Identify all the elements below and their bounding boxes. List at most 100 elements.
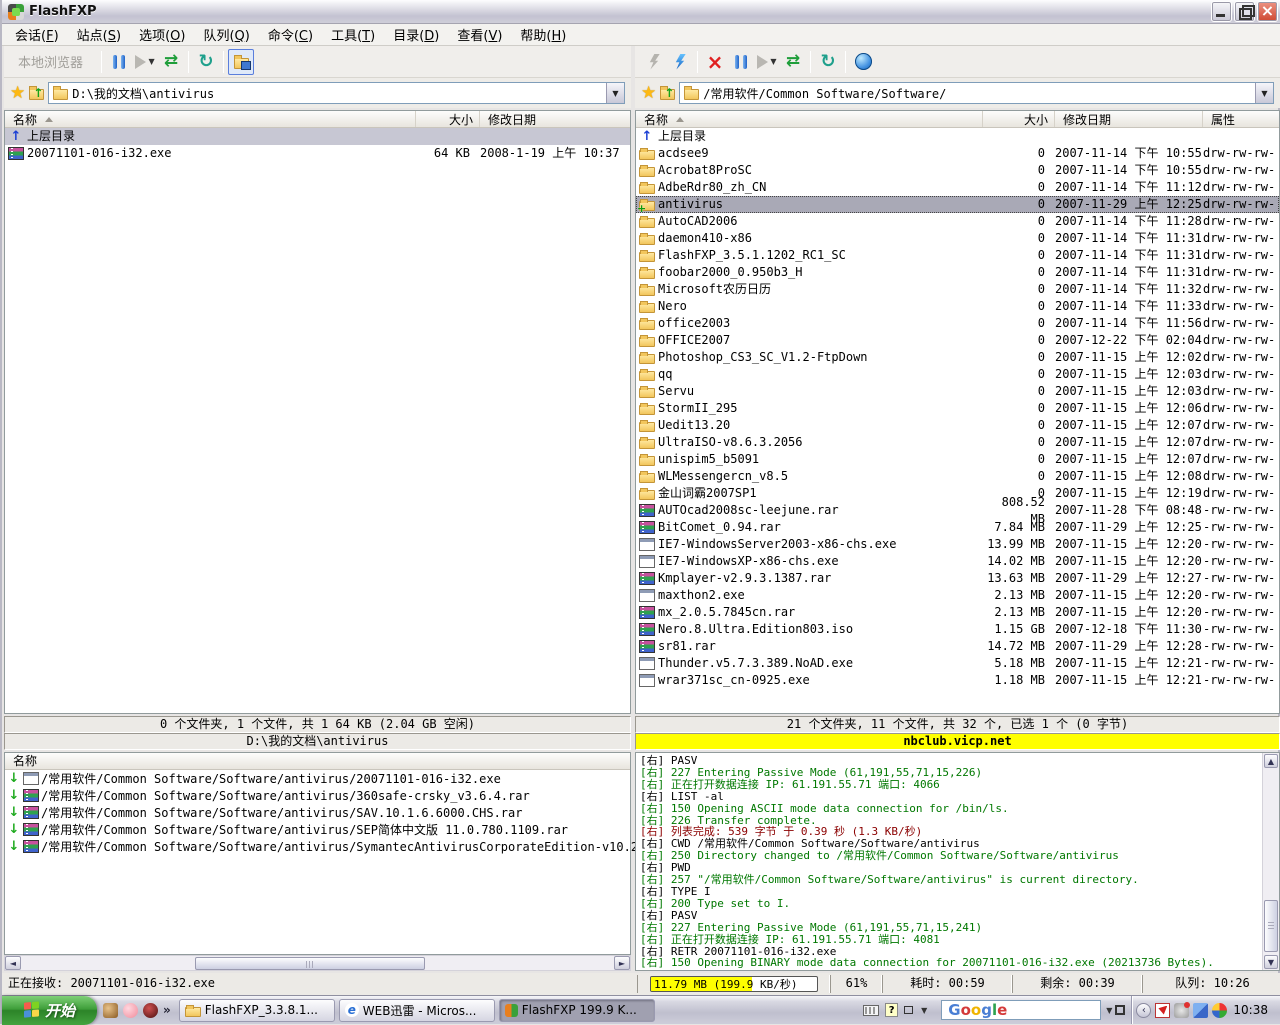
up-directory-icon[interactable]: ↑ [29, 89, 44, 100]
close-button[interactable] [1257, 1, 1278, 22]
file-row[interactable]: office2003 0 2007-11-14 下午 11:56 drw-rw-… [636, 315, 1279, 332]
restore-mini-icon[interactable] [904, 1006, 913, 1014]
file-row[interactable]: Microsoft农历日历 0 2007-11-14 下午 11:32 drw-… [636, 281, 1279, 298]
local-browser-toggle[interactable] [228, 49, 254, 75]
restore-button[interactable] [1234, 1, 1255, 22]
file-row[interactable]: StormII_295 0 2007-11-15 上午 12:06 drw-rw… [636, 400, 1279, 417]
file-row[interactable]: 20071101-016-i32.exe 64 KB 2008-1-19 上午 … [5, 145, 630, 162]
start-queue-button[interactable]: ▼ [132, 49, 158, 75]
favorites-icon[interactable]: ★ [641, 85, 656, 102]
column-size[interactable]: 大小 [983, 111, 1055, 127]
queue-item[interactable]: ↓ /常用软件/Common Software/Software/antivir… [5, 770, 630, 787]
google-button-icon[interactable] [1115, 1005, 1125, 1015]
scroll-down-button[interactable]: ▼ [1264, 955, 1278, 969]
file-row[interactable]: Nero.8.Ultra.Edition803.iso 1.15 GB 2007… [636, 621, 1279, 638]
queue-item[interactable]: ↓ /常用软件/Common Software/Software/antivir… [5, 838, 630, 855]
queue-item[interactable]: ↓ /常用软件/Common Software/Software/antivir… [5, 787, 630, 804]
combo-dropdown-button[interactable]: ▼ [606, 83, 624, 103]
file-row[interactable]: Uedit13.20 0 2007-11-15 上午 12:07 drw-rw-… [636, 417, 1279, 434]
menu-item[interactable]: 工具(T) [322, 23, 384, 46]
quick-launch-icon-1[interactable] [103, 1003, 118, 1018]
taskbar-task-button[interactable]: e WEB迅雷 - Micros... [339, 999, 495, 1022]
tray-swirl-icon[interactable] [1212, 1003, 1227, 1018]
column-name[interactable]: 名称 [5, 111, 416, 127]
google-search-input[interactable]: Google [941, 1000, 1101, 1020]
transfer-button-remote[interactable]: ⇄ [780, 49, 806, 75]
start-button[interactable]: 开始 [2, 996, 97, 1025]
scroll-up-button[interactable]: ▲ [1264, 754, 1278, 768]
start-queue-button-remote[interactable]: ▼ [754, 49, 780, 75]
file-row[interactable]: antivirus 0 2007-11-29 上午 12:25 drw-rw-r… [636, 196, 1279, 213]
tray-messenger-icon[interactable] [1193, 1003, 1208, 1018]
file-row[interactable]: unispim5_b5091 0 2007-11-15 上午 12:07 drw… [636, 451, 1279, 468]
file-row[interactable]: foobar2000_0.950b3_H 0 2007-11-14 下午 11:… [636, 264, 1279, 281]
menu-item[interactable]: 选项(O) [130, 23, 194, 46]
chevron-more-icon[interactable]: » [163, 1003, 171, 1017]
file-row[interactable]: acdsee9 0 2007-11-14 下午 10:55 drw-rw-rw- [636, 145, 1279, 162]
file-row[interactable]: sr81.rar 14.72 MB 2007-11-29 上午 12:28 -r… [636, 638, 1279, 655]
chevron-down-icon[interactable]: ▼ [1106, 1006, 1112, 1015]
queue-item[interactable]: ↓ /常用软件/Common Software/Software/antivir… [5, 804, 630, 821]
file-row[interactable]: maxthon2.exe 2.13 MB 2007-11-15 上午 12:20… [636, 587, 1279, 604]
scroll-thumb[interactable] [1264, 900, 1278, 952]
column-attr[interactable]: 属性 [1203, 111, 1279, 127]
taskbar-task-button[interactable]: FlashFXP_3.3.8.1... [179, 999, 335, 1022]
menu-item[interactable]: 帮助(H) [511, 23, 575, 46]
file-row[interactable]: qq 0 2007-11-15 上午 12:03 drw-rw-rw- [636, 366, 1279, 383]
queue-item[interactable]: ↓ /常用软件/Common Software/Software/antivir… [5, 821, 630, 838]
file-row[interactable]: AdbeRdr80_zh_CN 0 2007-11-14 下午 11:12 dr… [636, 179, 1279, 196]
file-row[interactable]: IE7-WindowsXP-x86-chs.exe 14.02 MB 2007-… [636, 553, 1279, 570]
column-name[interactable]: 名称 [636, 111, 983, 127]
site-manager-button[interactable] [850, 49, 876, 75]
file-row[interactable]: AUTOcad2008sc-leejune.rar 808.52 MB 2007… [636, 502, 1279, 519]
file-row[interactable]: FlashFXP_3.5.1.1202_RC1_SC 0 2007-11-14 … [636, 247, 1279, 264]
pause-queue-button-remote[interactable] [728, 49, 754, 75]
transfer-button[interactable]: ⇄ [158, 49, 184, 75]
up-directory-icon[interactable]: ↑ [660, 89, 675, 100]
file-row[interactable]: 上层目录 [5, 128, 630, 145]
menu-item[interactable]: 目录(D) [384, 23, 448, 46]
file-row[interactable]: WLMessengercn_v8.5 0 2007-11-15 上午 12:08… [636, 468, 1279, 485]
combo-dropdown-button[interactable]: ▼ [1255, 83, 1273, 103]
minimize-button[interactable] [1211, 1, 1232, 22]
tray-collapse-icon[interactable]: ‹ [1136, 1003, 1151, 1018]
favorites-icon[interactable]: ★ [10, 85, 25, 102]
remote-path-combo[interactable]: /常用软件/Common Software/Software/ ▼ [679, 82, 1274, 104]
file-row[interactable]: Servu 0 2007-11-15 上午 12:03 drw-rw-rw- [636, 383, 1279, 400]
abort-button[interactable]: × [702, 49, 728, 75]
file-row[interactable]: OFFICE2007 0 2007-12-22 下午 02:04 drw-rw-… [636, 332, 1279, 349]
refresh-button[interactable]: ↻ [193, 49, 219, 75]
column-date[interactable]: 修改日期 [1055, 111, 1203, 127]
taskbar-task-button[interactable]: FlashFXP 199.9 K... [499, 999, 655, 1022]
scroll-thumb[interactable] [195, 957, 425, 970]
tray-thunder-icon[interactable] [1155, 1003, 1170, 1018]
pause-queue-button[interactable] [106, 49, 132, 75]
menu-item[interactable]: 查看(V) [448, 23, 511, 46]
file-row[interactable]: IE7-WindowsServer2003-x86-chs.exe 13.99 … [636, 536, 1279, 553]
keyboard-icon[interactable] [863, 1005, 879, 1016]
file-row[interactable]: Thunder.v5.7.3.389.NoAD.exe 5.18 MB 2007… [636, 655, 1279, 672]
file-row[interactable]: mx_2.0.5.7845cn.rar 2.13 MB 2007-11-15 上… [636, 604, 1279, 621]
tray-status-icon[interactable] [1174, 1003, 1189, 1018]
queue-column-name[interactable]: 名称 [5, 753, 630, 770]
file-row[interactable]: UltraISO-v8.6.3.2056 0 2007-11-15 上午 12:… [636, 434, 1279, 451]
file-row[interactable]: AutoCAD2006 0 2007-11-14 下午 11:28 drw-rw… [636, 213, 1279, 230]
file-row[interactable]: 上层目录 [636, 128, 1279, 145]
file-row[interactable]: daemon410-x86 0 2007-11-14 下午 11:31 drw-… [636, 230, 1279, 247]
file-row[interactable]: BitComet_0.94.rar 7.84 MB 2007-11-29 上午 … [636, 519, 1279, 536]
quick-launch-icon-3[interactable] [143, 1003, 158, 1018]
scroll-left-button[interactable]: ◄ [5, 956, 21, 970]
quick-launch-icon-2[interactable] [123, 1003, 138, 1018]
disconnect-button[interactable] [667, 49, 693, 75]
file-row[interactable]: wrar371sc_cn-0925.exe 1.18 MB 2007-11-15… [636, 672, 1279, 689]
menu-item[interactable]: 站点(S) [68, 23, 130, 46]
scroll-right-button[interactable]: ► [614, 956, 630, 970]
column-size[interactable]: 大小 [416, 111, 480, 127]
menu-item[interactable]: 命令(C) [259, 23, 322, 46]
menu-item[interactable]: 队列(Q) [194, 23, 258, 46]
file-row[interactable]: Kmplayer-v2.9.3.1387.rar 13.63 MB 2007-1… [636, 570, 1279, 587]
file-row[interactable]: Nero 0 2007-11-14 下午 11:33 drw-rw-rw- [636, 298, 1279, 315]
refresh-button-remote[interactable]: ↻ [815, 49, 841, 75]
file-row[interactable]: Acrobat8ProSC 0 2007-11-14 下午 10:55 drw-… [636, 162, 1279, 179]
column-date[interactable]: 修改日期 [480, 111, 630, 127]
